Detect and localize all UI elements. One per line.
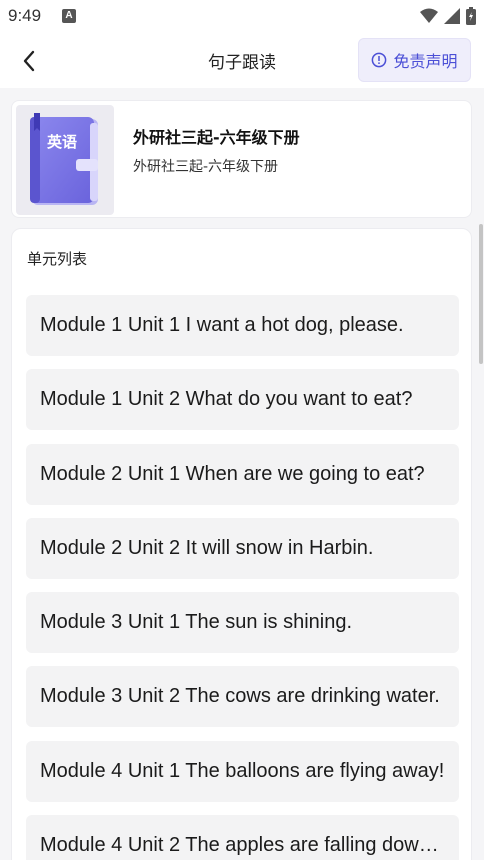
unit-list-item[interactable]: Module 3 Unit 1 The sun is shining. xyxy=(26,592,459,654)
status-time: 9:49 xyxy=(8,6,42,25)
unit-item-label: Module 1 Unit 2 What do you want to eat? xyxy=(40,388,413,411)
unit-list-item[interactable]: Module 4 Unit 1 The balloons are flying … xyxy=(26,740,459,802)
unit-item-label: Module 4 Unit 2 The apples are falling d… xyxy=(40,834,445,857)
book-title: 外研社三起-六年级下册 xyxy=(133,128,300,147)
svg-text:英语: 英语 xyxy=(47,133,77,151)
notification-a-icon: A xyxy=(62,9,76,23)
top-app-bar: 句子跟读 免责声明 xyxy=(0,34,484,88)
unit-list: Module 1 Unit 1 I want a hot dog, please… xyxy=(26,295,459,860)
unit-item-label: Module 3 Unit 2 The cows are drinking wa… xyxy=(40,685,440,708)
unit-list-item[interactable]: Module 1 Unit 2 What do you want to eat? xyxy=(26,369,459,431)
book-subtitle: 外研社三起-六年级下册 xyxy=(133,159,279,175)
unit-item-label: Module 4 Unit 1 The balloons are flying … xyxy=(40,759,445,782)
unit-list-item[interactable]: Module 3 Unit 2 The cows are drinking wa… xyxy=(26,666,459,728)
english-book-icon: 英语 xyxy=(30,113,98,205)
book-cover-image: 英语 xyxy=(16,105,114,215)
status-icons xyxy=(420,6,476,26)
scrollbar[interactable] xyxy=(479,224,483,364)
unit-item-label: Module 3 Unit 1 The sun is shining. xyxy=(40,611,353,634)
unit-item-label: Module 1 Unit 1 I want a hot dog, please… xyxy=(40,314,404,336)
unit-item-label: Module 2 Unit 1 When are we going to eat… xyxy=(40,462,425,485)
unit-list-item[interactable]: Module 2 Unit 2 It will snow in Harbin. xyxy=(26,517,459,579)
battery-icon xyxy=(466,7,476,25)
unit-item-label: Module 2 Unit 2 It will snow in Harbin. xyxy=(40,536,374,559)
status-bar: 9:49 A xyxy=(0,0,484,34)
info-circle-icon xyxy=(372,52,387,68)
disclaimer-label: 免责声明 xyxy=(393,52,458,71)
signal-icon xyxy=(444,8,460,24)
unit-list-item[interactable]: Module 4 Unit 2 The apples are falling d… xyxy=(26,815,459,860)
unit-list-item[interactable]: Module 2 Unit 1 When are we going to eat… xyxy=(26,443,459,505)
unit-list-panel: 单元列表 Module 1 Unit 1 I want a hot dog, p… xyxy=(11,228,472,860)
unit-list-item[interactable]: Module 1 Unit 1 I want a hot dog, please… xyxy=(26,295,459,356)
disclaimer-button[interactable]: 免责声明 xyxy=(358,38,471,82)
book-card[interactable]: 英语 外研社三起-六年级下册 外研社三起-六年级下册 xyxy=(11,100,472,218)
wifi-icon xyxy=(420,8,438,23)
unit-list-heading: 单元列表 xyxy=(27,250,88,268)
